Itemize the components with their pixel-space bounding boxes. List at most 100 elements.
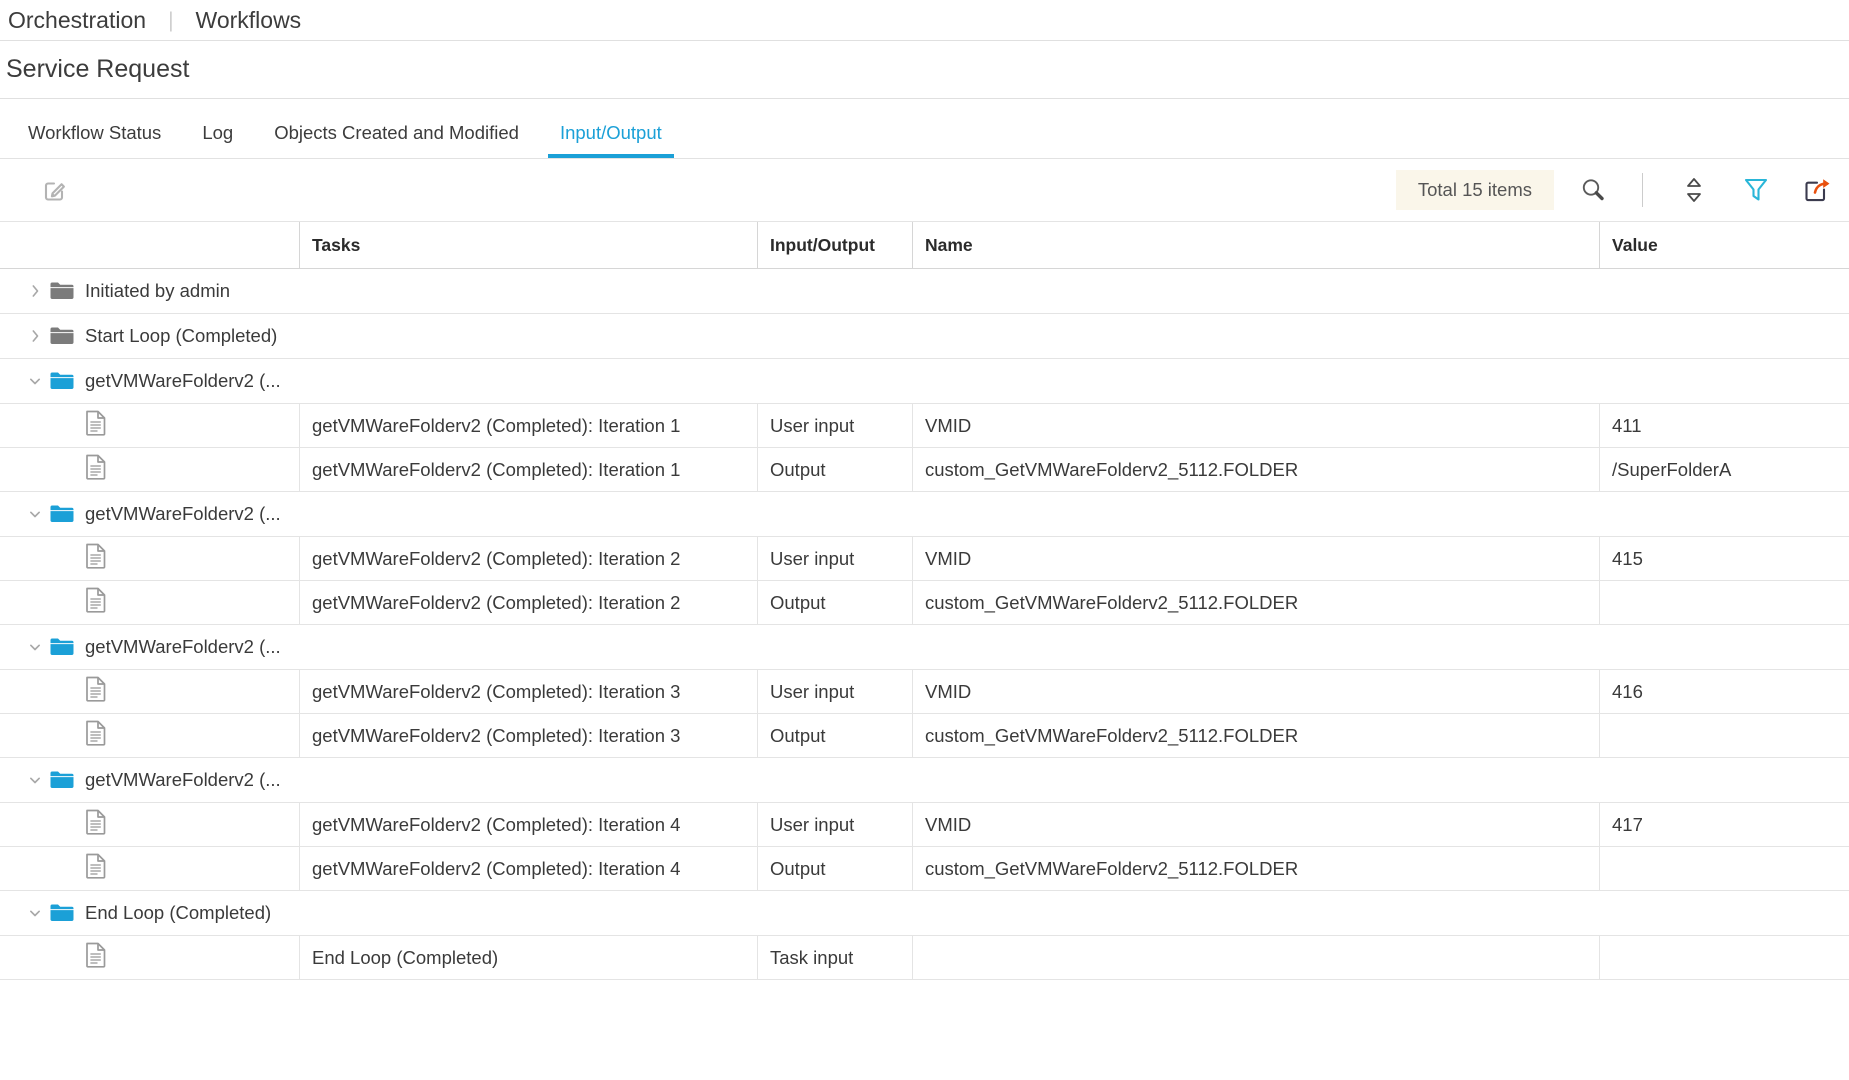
sort-icon [1687,178,1701,202]
chevron-down-icon [30,644,41,651]
table-row[interactable]: End Loop (Completed) Task input [0,936,1849,980]
folder-icon-wrap [48,900,76,926]
table-row[interactable]: getVMWareFolderv2 (Completed): Iteration… [0,448,1849,492]
document-icon-wrap [85,587,107,618]
document-icon [86,809,106,835]
tree-node-label: getVMWareFolderv2 (... [85,503,281,524]
table-group-row[interactable]: getVMWareFolderv2 (... [0,625,1849,670]
tab-objects-created-and-modified[interactable]: Objects Created and Modified [262,123,531,159]
tree-node-label: getVMWareFolderv2 (... [85,370,281,391]
tree-node[interactable]: Start Loop (Completed) [0,314,300,358]
folder-icon-wrap [48,368,76,394]
tree-node[interactable]: getVMWareFolderv2 (... [0,758,300,802]
tree-node-label: Initiated by admin [85,280,231,301]
chevron-down-icon [30,511,41,518]
cell-task: getVMWareFolderv2 (Completed): Iteration… [300,803,758,846]
tree-node-label: Start Loop (Completed) [85,325,278,346]
tree-node[interactable]: getVMWareFolderv2 (... [0,625,300,669]
cell-task: getVMWareFolderv2 (Completed): Iteration… [300,404,758,447]
row-icon-cell [0,404,300,447]
breadcrumb-item-orchestration[interactable]: Orchestration [4,8,150,32]
tree-node-label: getVMWareFolderv2 (... [85,769,281,790]
cell-value [1600,625,1849,669]
tree-toggle[interactable] [22,368,48,394]
document-icon [86,676,106,702]
tree-toggle[interactable] [22,278,48,304]
page-title: Service Request [6,55,190,83]
tree-toggle[interactable] [22,501,48,527]
tree-node[interactable]: End Loop (Completed) [0,891,300,935]
row-icon-cell [0,803,300,846]
table-row[interactable]: getVMWareFolderv2 (Completed): Iteration… [0,714,1849,758]
breadcrumb-item-workflows[interactable]: Workflows [192,8,306,32]
cell-input-output: Output [758,847,913,890]
tab-workflow-status[interactable]: Workflow Status [16,123,173,159]
cell-task [300,492,758,536]
column-header-name[interactable]: Name [913,222,1600,268]
cell-value: 415 [1612,547,1643,569]
chevron-right-icon [32,285,39,297]
tree-toggle[interactable] [22,323,48,349]
export-button[interactable] [1795,167,1841,213]
cell-task: End Loop (Completed) [300,936,758,979]
document-icon [86,853,106,879]
tab-bar: Workflow Status Log Objects Created and … [0,99,1849,159]
column-header-input-output[interactable]: Input/Output [758,222,913,268]
tab-input-output[interactable]: Input/Output [547,123,674,158]
filter-button[interactable] [1733,167,1779,213]
tree-toggle[interactable] [22,767,48,793]
table-group-row[interactable]: getVMWareFolderv2 (... [0,492,1849,537]
column-header-value[interactable]: Value [1600,222,1849,268]
folder-icon [50,327,74,344]
table-row[interactable]: getVMWareFolderv2 (Completed): Iteration… [0,581,1849,625]
table-group-row[interactable]: Initiated by admin [0,269,1849,314]
document-icon-wrap [85,543,107,574]
folder-icon-wrap [48,767,76,793]
column-header-tasks[interactable]: Tasks [300,222,758,268]
tree-node[interactable]: getVMWareFolderv2 (... [0,359,300,403]
cell-input-output [758,891,913,935]
table-group-row[interactable]: getVMWareFolderv2 (... [0,758,1849,803]
table-row[interactable]: getVMWareFolderv2 (Completed): Iteration… [0,670,1849,714]
tree-toggle[interactable] [22,900,48,926]
row-icon-cell [0,537,300,580]
table-group-row[interactable]: getVMWareFolderv2 (... [0,359,1849,404]
sort-button[interactable] [1671,167,1717,213]
tree-node-label: End Loop (Completed) [85,902,272,923]
cell-input-output: User input [758,803,913,846]
cell-name: VMID [913,670,1600,713]
tree-toggle[interactable] [22,634,48,660]
cell-value: 417 [1612,813,1643,835]
cell-task [300,758,758,802]
cell-input-output: Output [758,714,913,757]
edit-pencil-icon [44,182,65,201]
table-row[interactable]: getVMWareFolderv2 (Completed): Iteration… [0,404,1849,448]
tree-node[interactable]: Initiated by admin [0,269,300,313]
cell-value [1600,314,1849,358]
document-icon [86,410,106,436]
document-icon-wrap [85,853,107,884]
folder-icon-wrap [48,323,76,349]
column-header-blank[interactable] [0,222,300,268]
search-button[interactable] [1570,167,1616,213]
folder-icon [50,282,74,299]
table-group-row[interactable]: End Loop (Completed) [0,891,1849,936]
search-icon [1582,179,1604,201]
cell-value: 411 [1612,414,1642,436]
table-row[interactable]: getVMWareFolderv2 (Completed): Iteration… [0,847,1849,891]
cell-name [913,891,1600,935]
table-group-row[interactable]: Start Loop (Completed) [0,314,1849,359]
document-icon [86,720,106,746]
cell-task: getVMWareFolderv2 (Completed): Iteration… [300,581,758,624]
folder-icon [50,372,74,389]
table-row[interactable]: getVMWareFolderv2 (Completed): Iteration… [0,803,1849,847]
tree-node-label: getVMWareFolderv2 (... [85,636,281,657]
cell-name [913,625,1600,669]
breadcrumb-separator: | [168,8,174,32]
tree-node[interactable]: getVMWareFolderv2 (... [0,492,300,536]
cell-task [300,891,758,935]
table-header-row: Tasks Input/Output Name Value [0,221,1849,269]
tab-log[interactable]: Log [190,123,245,159]
table-row[interactable]: getVMWareFolderv2 (Completed): Iteration… [0,537,1849,581]
edit-button[interactable] [38,173,72,207]
